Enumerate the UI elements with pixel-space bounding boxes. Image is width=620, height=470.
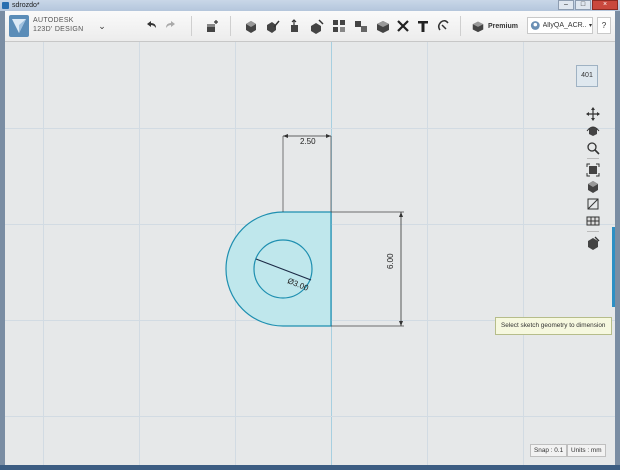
snap-icon[interactable] — [435, 18, 451, 34]
view-mode-icon[interactable] — [585, 179, 601, 195]
app-icon — [2, 2, 9, 9]
side-panel-tab[interactable] — [612, 227, 615, 307]
modify-icon[interactable] — [309, 18, 325, 34]
pattern-icon[interactable] — [331, 18, 347, 34]
user-avatar-icon — [530, 21, 540, 30]
group-icon[interactable] — [353, 18, 369, 34]
app-menu-chevron-icon[interactable]: ⌄ — [97, 21, 107, 31]
sketch-icon[interactable] — [265, 18, 281, 34]
window-title-bar: sdrozdo* – □ × — [0, 0, 620, 11]
nav-separator — [587, 158, 599, 159]
app-window: AUTODESK 123D' DESIGN ⌄ Premium AllyQA_A… — [5, 11, 615, 465]
toolbar-separator — [230, 16, 231, 36]
toolbar-separator — [460, 16, 461, 36]
grid-toggle-icon[interactable] — [585, 213, 601, 229]
materials-icon[interactable] — [585, 196, 601, 212]
dimension-right[interactable]: 6.00 — [386, 253, 395, 269]
account-menu[interactable]: AllyQA_ACR... ▾ — [527, 17, 593, 34]
toolbar-separator — [191, 16, 192, 36]
design-canvas[interactable]: 2.50 6.00 Ø3.00 401 Select sketch geomet… — [5, 42, 615, 465]
visibility-icon[interactable] — [585, 235, 601, 251]
units-status[interactable]: Units : mm — [567, 444, 606, 457]
main-toolbar: AUTODESK 123D' DESIGN ⌄ Premium AllyQA_A… — [5, 11, 615, 42]
taskbar — [0, 465, 620, 470]
add-primitive-icon[interactable] — [204, 18, 220, 34]
view-cube[interactable]: 401 — [576, 65, 598, 87]
autodesk-logo-icon[interactable] — [9, 15, 29, 37]
redo-icon[interactable] — [163, 18, 179, 34]
combine-icon[interactable] — [375, 18, 391, 34]
maximize-button[interactable]: □ — [575, 0, 591, 10]
minimize-button[interactable]: – — [558, 0, 574, 10]
fit-view-icon[interactable] — [585, 162, 601, 178]
chevron-down-icon: ▾ — [588, 23, 592, 29]
premium-label: Premium — [488, 22, 518, 30]
account-name: AllyQA_ACR... — [542, 22, 587, 29]
premium-button[interactable]: Premium — [471, 18, 518, 34]
construct-icon[interactable] — [287, 18, 303, 34]
brand-product: 123D' DESIGN — [33, 26, 84, 33]
navigation-bar — [585, 106, 601, 252]
measure-icon[interactable] — [395, 18, 411, 34]
right-extension-lines — [331, 211, 404, 327]
brand-autodesk: AUTODESK — [33, 17, 74, 24]
orbit-icon[interactable] — [585, 123, 601, 139]
window-title: sdrozdo* — [12, 2, 40, 9]
dimension-top[interactable]: 2.50 — [300, 137, 316, 146]
nav-separator — [587, 231, 599, 232]
sketch-geometry[interactable] — [5, 42, 615, 465]
text-icon[interactable] — [415, 18, 431, 34]
undo-icon[interactable] — [143, 18, 159, 34]
close-button[interactable]: × — [592, 0, 618, 10]
pan-icon[interactable] — [585, 106, 601, 122]
help-button[interactable]: ? — [597, 17, 611, 34]
premium-icon — [472, 21, 484, 33]
snap-status[interactable]: Snap : 0.1 — [530, 444, 568, 457]
tooltip: Select sketch geometry to dimension — [495, 317, 612, 335]
top-extension-lines — [282, 136, 332, 212]
zoom-icon[interactable] — [585, 140, 601, 156]
transform-icon[interactable] — [243, 18, 259, 34]
